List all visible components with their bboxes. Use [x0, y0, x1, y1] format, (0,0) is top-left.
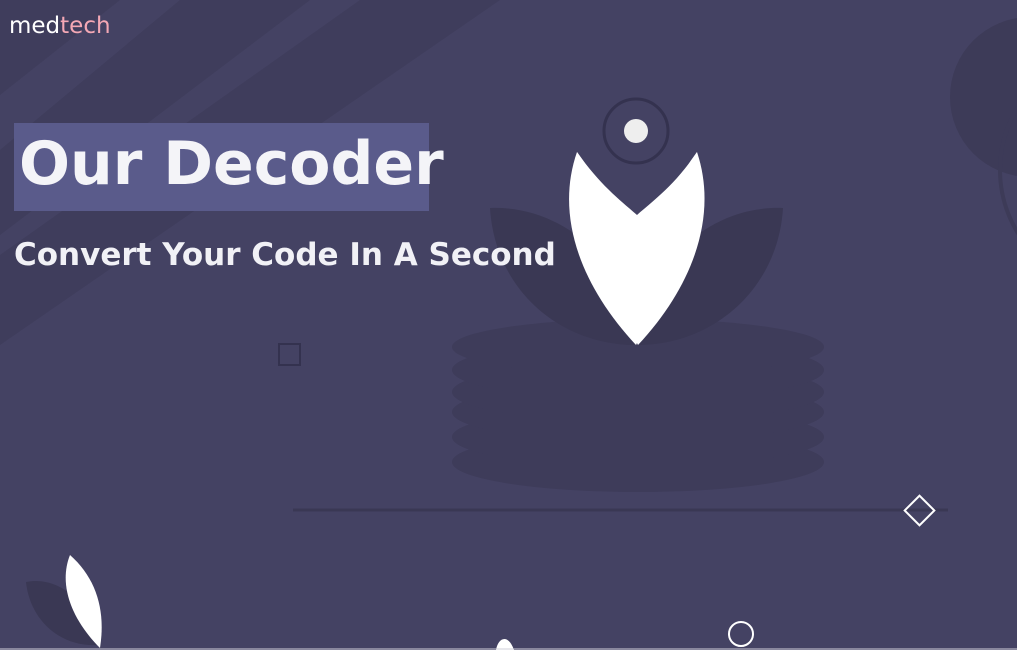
background-art — [0, 0, 1017, 650]
circle-outline-icon — [728, 621, 754, 647]
landing-page: medtech Our Decoder Convert Your Code In… — [0, 0, 1017, 650]
drop-shape — [496, 639, 514, 650]
decor-circle — [950, 18, 1017, 176]
hero-title: Our Decoder — [19, 129, 444, 199]
lotus-illustration — [490, 97, 783, 345]
hero-subtitle: Convert Your Code In A Second — [14, 237, 556, 273]
square-outline-icon — [278, 343, 301, 366]
brand-logo[interactable]: medtech — [9, 13, 111, 39]
brand-name-accent: tech — [60, 13, 111, 39]
brand-name-primary: med — [9, 13, 61, 39]
small-lotus-illustration — [26, 555, 102, 648]
